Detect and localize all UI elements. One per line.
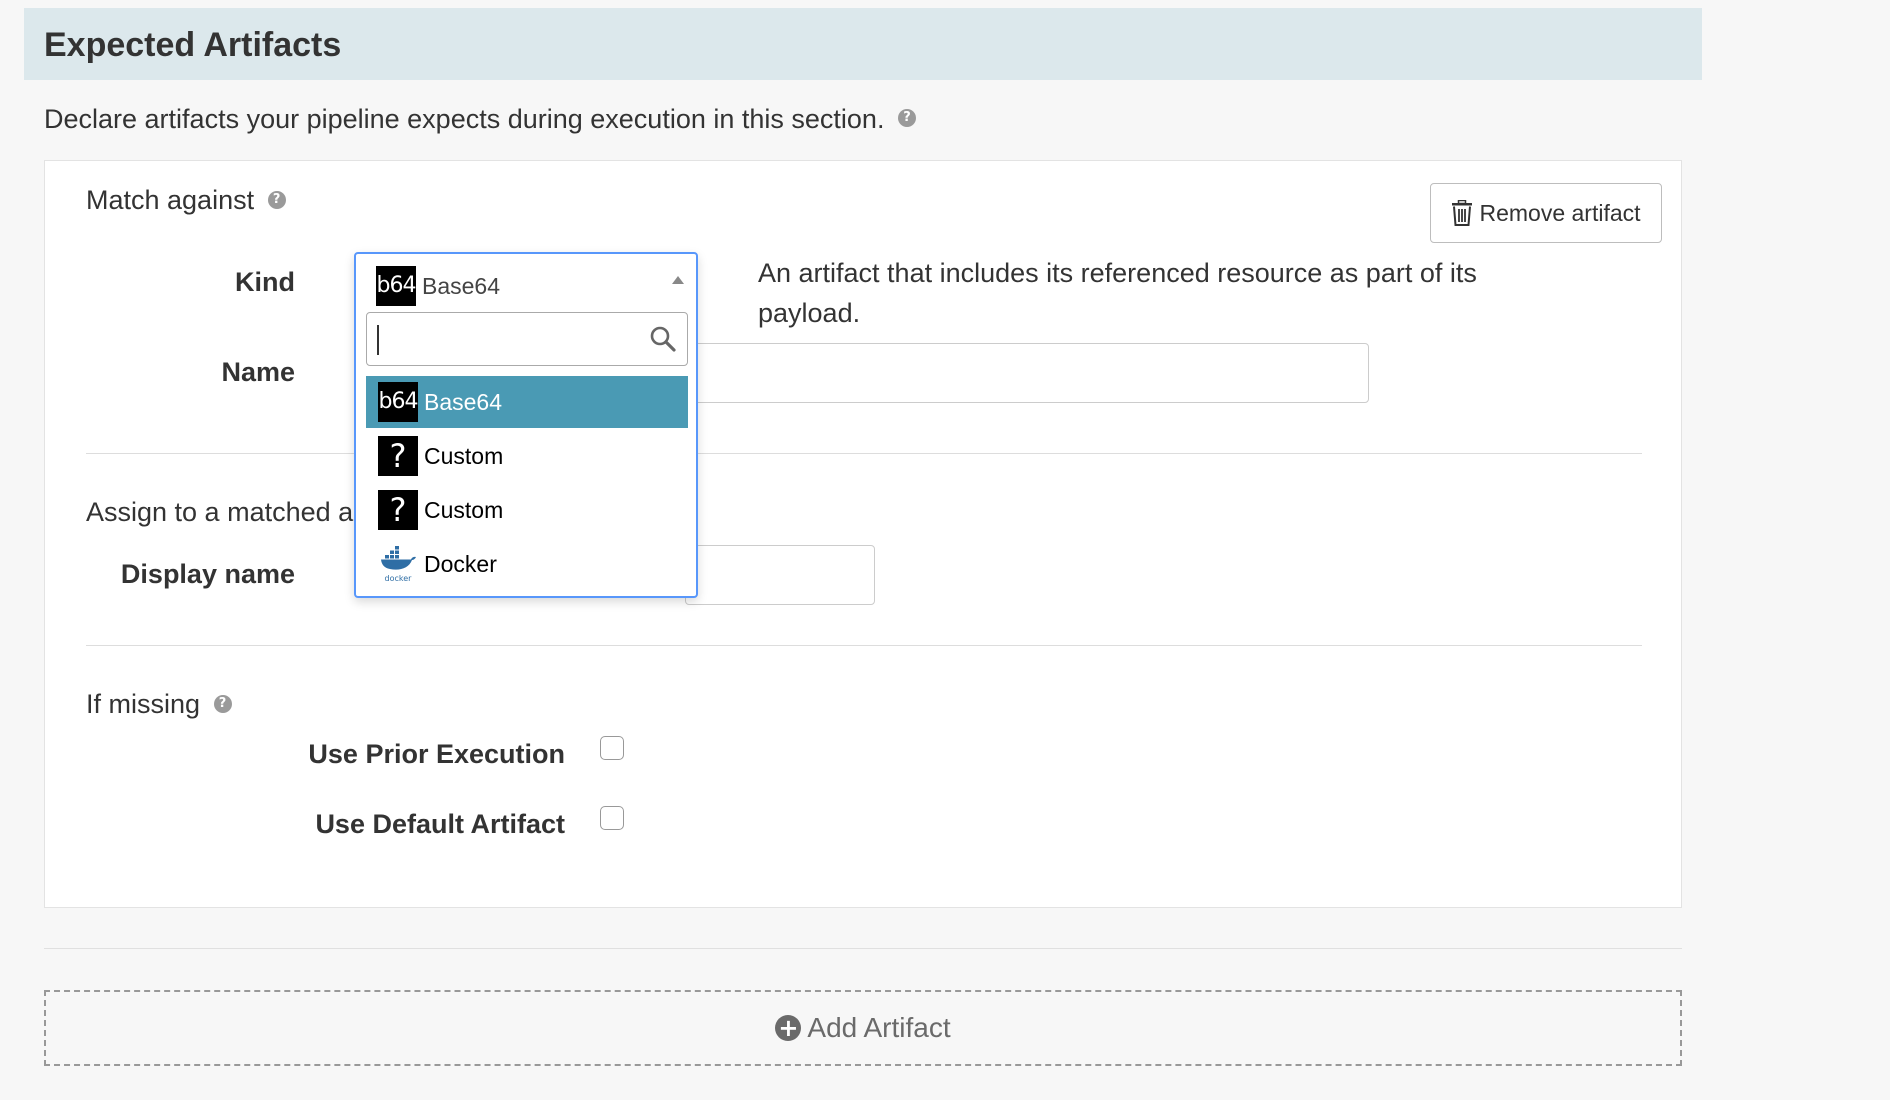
kind-option-label: Base64 [424, 388, 503, 415]
kind-option-label: Custom [424, 442, 504, 469]
kind-select-dropdown[interactable]: b64 Base64 b64 Base64 ? Custom ? Custom [354, 252, 698, 598]
section-header: Expected Artifacts [24, 8, 1702, 80]
section-description-text: Declare artifacts your pipeline expects … [44, 104, 885, 134]
remove-artifact-button[interactable]: Remove artifact [1430, 183, 1662, 243]
assign-label: Assign to a matched art [86, 497, 370, 527]
use-default-artifact-checkbox[interactable] [600, 806, 624, 830]
plus-circle-icon: + [775, 1015, 802, 1041]
divider [86, 645, 1642, 646]
search-icon [650, 326, 676, 352]
base64-icon: b64 [378, 382, 418, 422]
display-name-input[interactable] [685, 545, 875, 605]
kind-option-base64[interactable]: b64 Base64 [366, 376, 688, 428]
question-circle-icon[interactable]: ? [213, 694, 232, 713]
question-circle-icon[interactable]: ? [267, 190, 286, 209]
match-against-text: Match against [86, 185, 255, 215]
use-prior-execution-label: Use Prior Execution [308, 739, 565, 769]
if-missing-text: If missing [86, 689, 201, 719]
display-name-label: Display name [120, 559, 295, 589]
kind-select-current-label: Base64 [422, 272, 501, 299]
base64-icon: b64 [376, 266, 416, 306]
match-against-label: Match against ? [86, 185, 286, 216]
kind-search-input[interactable] [377, 323, 637, 355]
divider [86, 453, 1642, 454]
question-icon: ? [378, 490, 418, 530]
name-label: Name [221, 357, 295, 387]
use-prior-execution-checkbox[interactable] [600, 736, 624, 760]
divider [44, 948, 1682, 949]
kind-option-custom[interactable]: ? Custom [366, 484, 688, 536]
chevron-up-icon[interactable] [672, 276, 684, 284]
kind-label: Kind [235, 267, 295, 297]
if-missing-label: If missing ? [86, 689, 232, 720]
section-title: Expected Artifacts [44, 26, 342, 64]
kind-option-custom[interactable]: ? Custom [366, 430, 688, 482]
remove-artifact-label: Remove artifact [1479, 199, 1641, 226]
kind-select-current[interactable]: b64 Base64 [376, 266, 500, 306]
svg-text:docker: docker [385, 574, 413, 583]
question-icon: ? [378, 436, 418, 476]
section-description: Declare artifacts your pipeline expects … [44, 104, 916, 135]
kind-option-label: Custom [424, 496, 504, 523]
expected-artifact-card: Match against ? Remove artifact Kind An … [44, 160, 1682, 908]
use-default-artifact-label: Use Default Artifact [315, 809, 565, 839]
add-artifact-label: Add Artifact [807, 1012, 951, 1043]
kind-search-box[interactable] [366, 312, 688, 366]
docker-icon: docker [378, 544, 418, 584]
name-input[interactable] [685, 343, 1369, 403]
trash-icon [1452, 200, 1473, 226]
kind-option-docker[interactable]: docker Docker [366, 538, 688, 590]
question-circle-icon[interactable]: ? [897, 108, 916, 127]
kind-description: An artifact that includes its referenced… [758, 258, 1477, 328]
add-artifact-button[interactable]: + Add Artifact [44, 990, 1682, 1066]
kind-option-label: Docker [424, 550, 497, 577]
